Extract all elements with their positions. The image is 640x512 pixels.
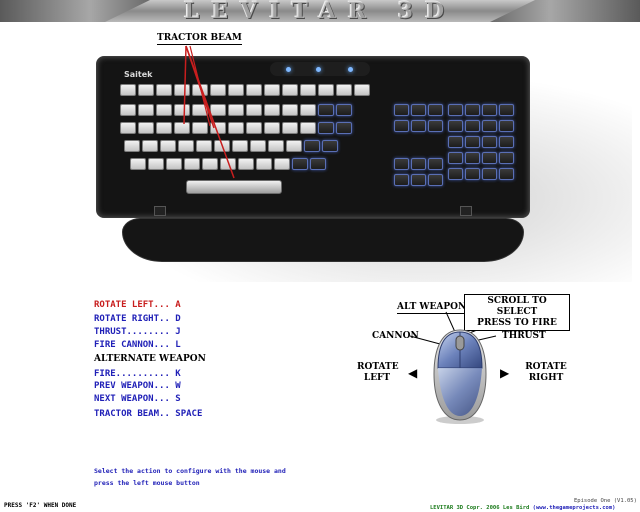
binding-fire[interactable]: FIRE.......... K xyxy=(94,369,181,380)
binding-fire-cannon[interactable]: FIRE CANNON... L xyxy=(94,340,181,351)
rotate-right-arrow-icon: ▶ xyxy=(500,366,510,380)
alternate-weapon-heading: ALTERNATE WEAPON xyxy=(94,354,206,364)
rotate-right-line2: RIGHT xyxy=(528,373,564,383)
episode-label: Episode One (V1.05) xyxy=(574,498,637,504)
instructions-text: Select the action to configure with the … xyxy=(94,467,286,487)
binding-prev-weapon[interactable]: PREV WEAPON... W xyxy=(94,381,181,392)
mouse-image xyxy=(433,329,487,424)
rotate-left-line2: LEFT xyxy=(363,373,391,383)
pointer-line-space xyxy=(185,45,235,179)
callout-lines xyxy=(183,45,513,345)
copyright-credit: LEVITAR 3D Copr. 2006 Les Bird (www.theg… xyxy=(430,505,615,511)
alt-weapon-callout: ALT WEAPON xyxy=(397,302,467,314)
rotate-left-arrow-icon: ◀ xyxy=(408,366,418,380)
scroll-callout-line1: SCROLL TO SELECT xyxy=(487,296,547,317)
binding-thrust[interactable]: THRUST........ J xyxy=(94,327,181,338)
pointer-line-d xyxy=(189,45,211,127)
rotate-left-callout: ROTATE LEFT xyxy=(357,362,399,384)
binding-tractor-beam[interactable]: TRACTOR BEAM.. SPACE xyxy=(94,409,202,420)
rotate-right-line1: ROTATE xyxy=(525,362,567,372)
binding-rotate-left[interactable]: ROTATE LEFT... A xyxy=(94,300,181,311)
cannon-callout: CANNON xyxy=(372,331,419,341)
scroll-callout: SCROLL TO SELECT PRESS TO FIRE xyxy=(464,294,570,331)
binding-next-weapon[interactable]: NEXT WEAPON... S xyxy=(94,394,181,405)
rotate-left-line1: ROTATE xyxy=(357,362,399,372)
binding-rotate-right[interactable]: ROTATE RIGHT.. D xyxy=(94,314,181,325)
mouse-scroll-wheel[interactable] xyxy=(455,335,465,351)
pointer-line-w xyxy=(183,45,187,125)
credit-text: LEVITAR 3D Copr. 2006 Les Bird xyxy=(430,505,530,511)
thrust-callout: THRUST xyxy=(502,331,546,341)
done-hint: PRESS 'F2' WHEN DONE xyxy=(4,502,77,509)
credit-url: (www.thegameprojects.com) xyxy=(532,505,616,511)
rotate-right-callout: ROTATE RIGHT xyxy=(524,362,568,384)
